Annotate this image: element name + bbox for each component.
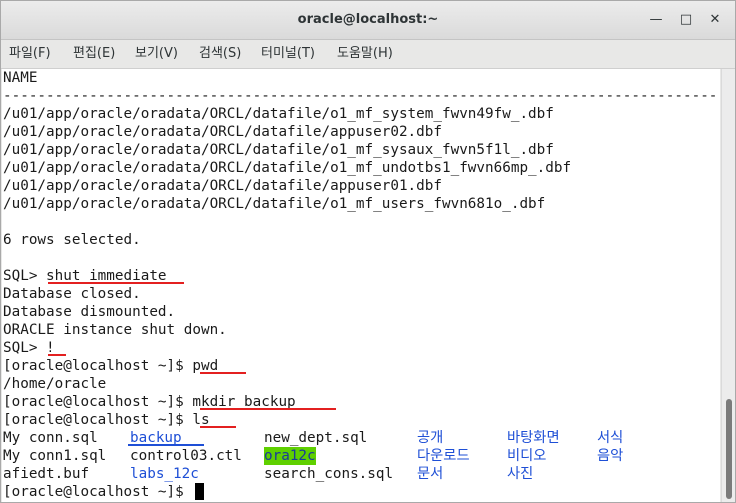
scrollbar-thumb[interactable] [726,399,732,499]
directory-entry: labs_12c [130,466,199,482]
directory-entry: 음악 [597,448,624,464]
directory-entry: 서식 [597,430,624,446]
maximize-icon[interactable]: □ [677,11,695,29]
directory-entry: 사진 [507,466,534,482]
text-cursor [195,483,205,500]
red-underline [200,408,336,410]
output-line: NAME [3,70,38,86]
window-title: oracle@localhost:~ [297,12,439,27]
minimize-icon[interactable]: — [647,11,665,29]
output-line: /u01/app/oracle/oradata/ORCL/datafile/o1… [3,160,572,176]
scrollbar[interactable] [721,69,735,502]
output-line: /u01/app/oracle/oradata/ORCL/datafile/o1… [3,196,546,212]
menu-bar: 파일(F) 편집(E) 보기(V) 검색(S) 터미널(T) 도움말(H) [1,40,735,69]
red-underline [200,372,246,374]
menu-help[interactable]: 도움말(H) [333,40,397,68]
directory-entry: 비디오 [507,448,547,464]
output-line: /home/oracle [3,376,107,392]
directory-entry: 공개 [417,430,444,446]
close-icon[interactable]: ✕ [706,11,724,29]
output-line: /u01/app/oracle/oradata/ORCL/datafile/o1… [3,142,554,158]
output-line: Database dismounted. [3,304,176,320]
directory-entry: 다운로드 [417,448,470,464]
output-line: /u01/app/oracle/oradata/ORCL/datafile/ap… [3,178,442,194]
directory-entry: 문서 [417,466,444,482]
command-line: [oracle@localhost ~]$ pwd [3,358,219,374]
directory-entry-highlighted: ora12c [264,447,316,465]
file-entry: My conn.sql [3,430,98,446]
file-entry: new_dept.sql [264,430,368,446]
command-line: SQL> ! [3,340,55,356]
prompt-line[interactable]: [oracle@localhost ~]$ [3,483,205,501]
directory-entry: 바탕화면 [507,430,560,446]
red-underline [200,426,236,428]
separator-line: ----------------------------------------… [3,88,715,104]
menu-search[interactable]: 검색(S) [195,40,245,68]
command-line: [oracle@localhost ~]$ ls [3,412,210,428]
red-underline [48,354,66,356]
title-bar[interactable]: oracle@localhost:~ — □ ✕ [1,1,735,40]
red-underline [48,282,184,284]
file-entry: control03.ctl [130,448,242,464]
output-line: /u01/app/oracle/oradata/ORCL/datafile/ap… [3,124,442,140]
menu-edit[interactable]: 편집(E) [69,40,119,68]
output-line: 6 rows selected. [3,232,141,248]
directory-entry: backup [130,430,182,446]
terminal-output[interactable]: NAME -----------------------------------… [2,69,720,502]
file-entry: search_cons.sql [264,466,394,482]
output-line: ORACLE instance shut down. [3,322,227,338]
terminal-window: oracle@localhost:~ — □ ✕ 파일(F) 편집(E) 보기(… [0,0,736,503]
shell-prompt: [oracle@localhost ~]$ [3,484,193,500]
file-entry: afiedt.buf [3,466,90,482]
menu-terminal[interactable]: 터미널(T) [257,40,319,68]
output-line: Database closed. [3,286,141,302]
menu-view[interactable]: 보기(V) [131,40,182,68]
file-entry: My conn1.sql [3,448,107,464]
output-line: /u01/app/oracle/oradata/ORCL/datafile/o1… [3,106,554,122]
menu-file[interactable]: 파일(F) [5,40,55,68]
